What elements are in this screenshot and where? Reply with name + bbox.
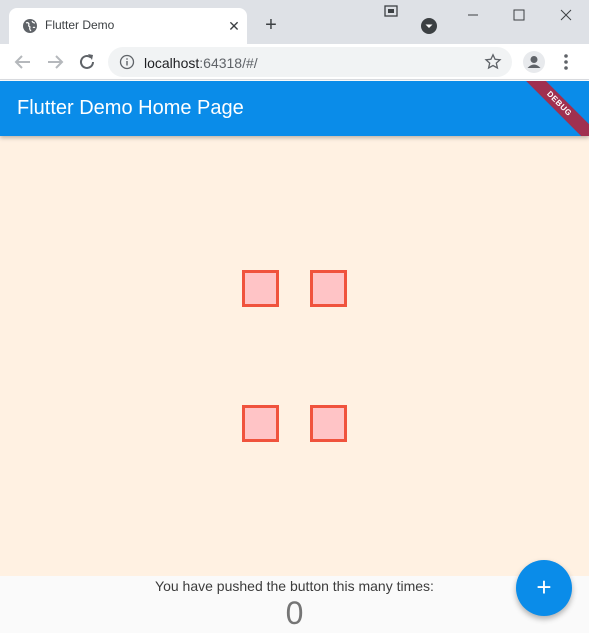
reload-icon[interactable] xyxy=(75,50,99,74)
square-bottom-right xyxy=(310,405,347,442)
plus-icon: + xyxy=(536,572,552,602)
globe-icon xyxy=(23,19,37,33)
arrow-right-icon[interactable] xyxy=(43,50,67,74)
kebab-menu-icon[interactable] xyxy=(556,50,576,74)
page-title: Flutter Demo Home Page xyxy=(17,97,244,119)
browser-toolbar: localhost:64318/#/ xyxy=(0,44,589,80)
square-bottom-left xyxy=(242,405,279,442)
canvas-area[interactable] xyxy=(0,136,589,576)
window-close-icon[interactable] xyxy=(543,0,589,30)
new-tab-button[interactable]: + xyxy=(260,14,282,36)
increment-button[interactable]: + xyxy=(516,560,572,616)
square-top-right xyxy=(310,270,347,307)
star-icon[interactable] xyxy=(484,53,502,71)
counter-label: You have pushed the button this many tim… xyxy=(155,578,434,594)
tab-strip: Flutter Demo ✕ + xyxy=(0,0,589,44)
counter-section: You have pushed the button this many tim… xyxy=(0,576,589,633)
tab-search-icon[interactable] xyxy=(421,18,437,34)
counter-value: 0 xyxy=(285,595,304,631)
square-top-left xyxy=(242,270,279,307)
address-bar[interactable]: localhost:64318/#/ xyxy=(108,47,512,77)
app-bar: Flutter Demo Home Page DEBUG xyxy=(0,81,589,136)
profile-icon[interactable] xyxy=(522,50,546,74)
debug-banner: DEBUG xyxy=(511,81,589,136)
window-maximize-icon[interactable] xyxy=(496,0,542,30)
window-minimize-icon[interactable] xyxy=(450,0,496,30)
browser-tab[interactable]: Flutter Demo ✕ xyxy=(9,8,247,44)
url-path: :64318/#/ xyxy=(199,55,258,71)
info-icon[interactable] xyxy=(119,54,135,70)
tab-close-icon[interactable]: ✕ xyxy=(225,17,243,35)
cast-icon[interactable] xyxy=(384,5,398,17)
url-host: localhost xyxy=(144,55,200,71)
arrow-left-icon[interactable] xyxy=(11,50,35,74)
tab-title: Flutter Demo xyxy=(45,18,115,32)
url-text[interactable]: localhost:64318/#/ xyxy=(144,55,258,71)
